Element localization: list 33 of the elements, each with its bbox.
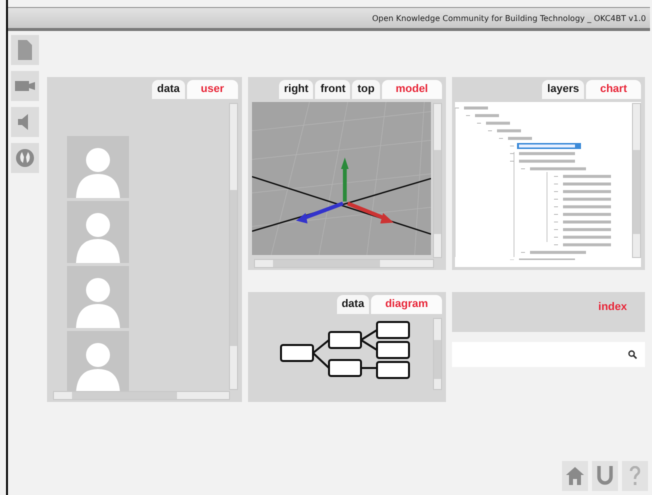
tab[interactable]: data [336,295,370,314]
magnet-icon [597,466,613,486]
magnet-button[interactable] [592,461,618,491]
tab[interactable]: data [152,80,185,99]
tab[interactable]: layers [542,80,584,99]
camera-icon [15,81,35,91]
globe-icon [16,149,34,167]
help-button[interactable] [622,461,648,491]
scrollbar[interactable] [433,318,442,390]
tab[interactable]: diagram [371,295,442,314]
tab[interactable]: right [278,80,314,99]
scrollbar[interactable] [53,391,230,400]
tab[interactable]: chart [586,80,641,99]
window-title: Open Knowledge Community for Building Technology _ OKC4BT v1.0 [372,14,646,22]
scrollbar[interactable] [254,259,434,268]
tab[interactable]: user [186,80,238,99]
help-icon [629,466,641,486]
toolbar-button[interactable] [11,71,39,101]
scrollbar[interactable] [229,103,238,390]
toolbar-button[interactable] [11,143,39,173]
scrollbar[interactable] [433,103,442,258]
scrollbar[interactable] [632,103,641,258]
tab[interactable]: top [352,80,380,99]
toolbar-button[interactable] [11,35,39,65]
toolbar-button[interactable] [11,107,39,137]
3d-viewport-drawing[interactable] [252,102,431,256]
document-icon [18,40,32,60]
tab[interactable]: model [382,80,442,99]
tab[interactable]: front [315,80,350,99]
home-button[interactable] [562,461,588,491]
search-field[interactable] [452,342,645,367]
search-icon [628,350,637,359]
home-icon [566,467,584,485]
